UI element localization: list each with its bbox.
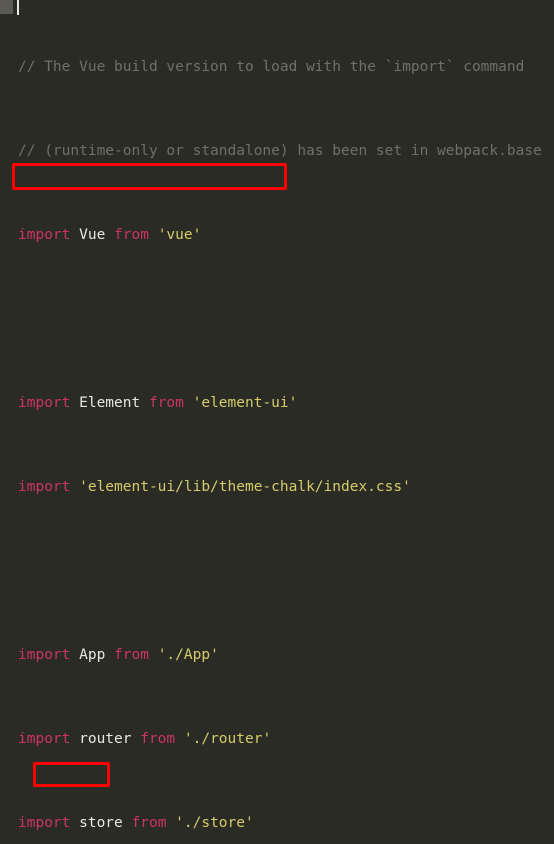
token-keyword: from [114,647,158,663]
token-keyword: import [18,227,80,243]
code-line: import Element from 'element-ui' [0,393,554,414]
token-string: 'element-ui/lib/theme-chalk/index.css' [79,479,411,495]
code-line: import App from './App' [0,645,554,666]
token-keyword: from [148,395,193,411]
token-string: 'element-ui' [192,395,298,411]
token-identifier: store [79,815,132,831]
token-identifier: App [79,647,115,663]
token-comment: // The Vue build version to load with th… [18,59,525,75]
code-line: import Vue from 'vue' [0,225,554,246]
token-string: './App' [157,647,219,663]
code-content[interactable]: // The Vue build version to load with th… [0,0,554,844]
token-identifier: router [79,731,141,747]
token-string: './router' [183,731,272,747]
code-line: import 'element-ui/lib/theme-chalk/index… [0,477,554,498]
code-line-store-import: import store from './store' [0,813,554,834]
token-comment: // (runtime-only or standalone) has been… [18,143,542,159]
token-keyword: import [18,731,80,747]
code-line: // (runtime-only or standalone) has been… [0,141,554,162]
token-keyword: import [18,395,80,411]
token-string: './store' [175,815,254,831]
token-keyword: import [18,479,80,495]
code-line: import router from './router' [0,729,554,750]
code-editor-pane[interactable]: // The Vue build version to load with th… [0,0,554,844]
token-string: 'vue' [157,227,202,243]
token-identifier: Vue [79,227,115,243]
token-keyword: from [114,227,158,243]
token-keyword: from [140,731,184,747]
token-keyword: import [18,647,80,663]
token-identifier: Element [79,395,149,411]
token-keyword: from [131,815,176,831]
token-keyword: import [18,815,80,831]
code-line: // The Vue build version to load with th… [0,57,554,78]
